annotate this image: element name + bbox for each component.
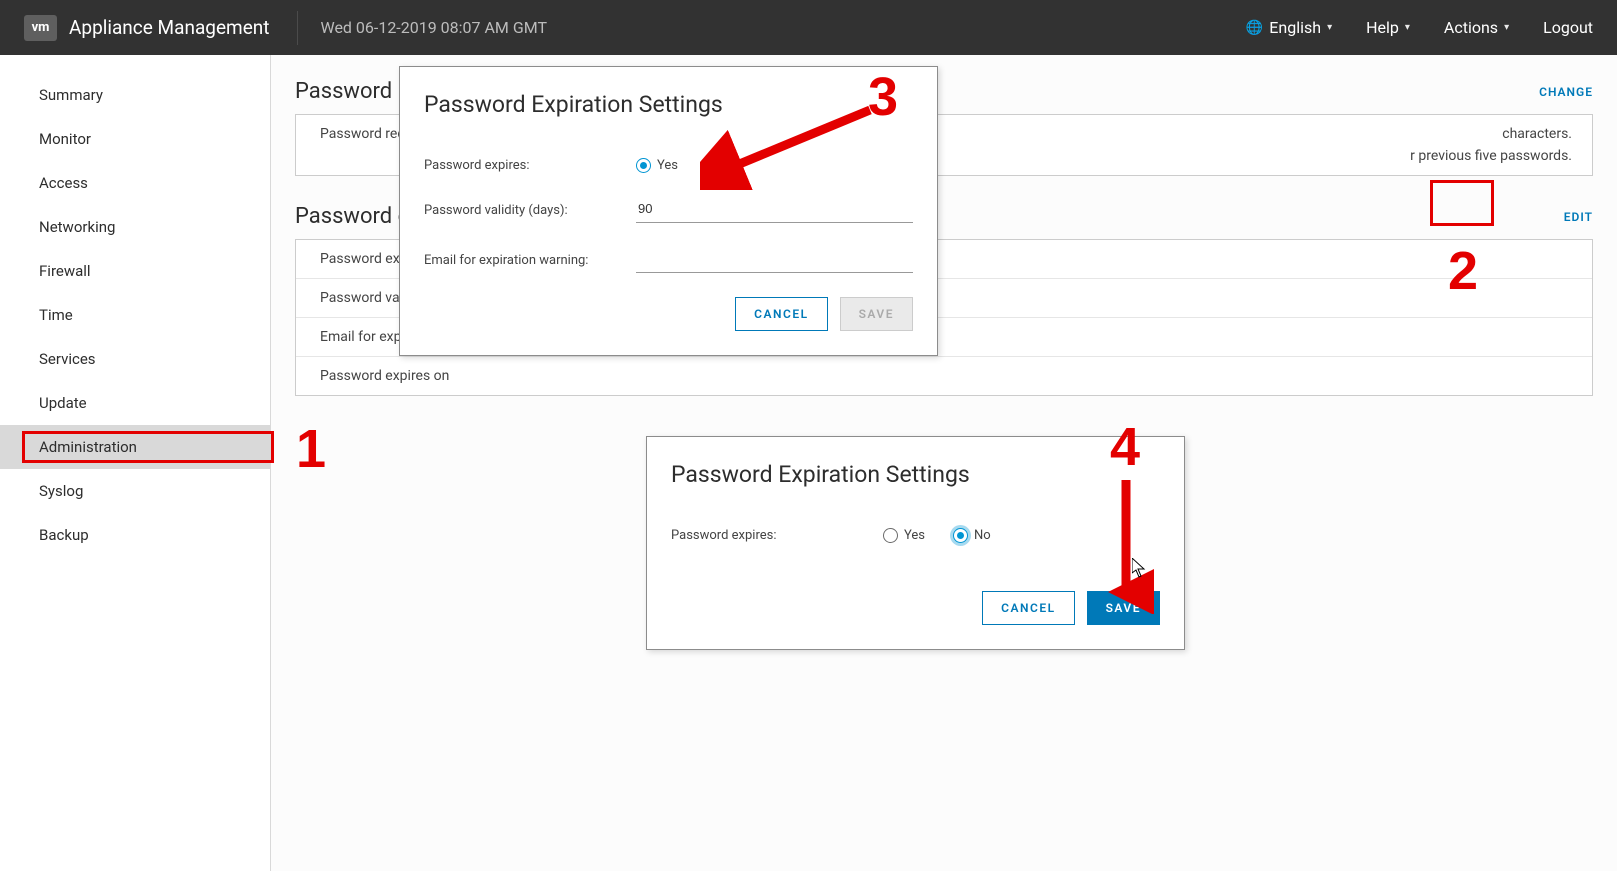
dialog2-cancel-button[interactable]: CANCEL <box>982 591 1074 625</box>
lang-menu[interactable]: 🌐 English ▾ <box>1246 18 1332 37</box>
chevron-down-icon: ▾ <box>1327 22 1332 33</box>
dialog1-label-validity: Password validity (days): <box>424 203 636 218</box>
sidebar: Summary Monitor Access Networking Firewa… <box>0 55 271 871</box>
sidebar-item-syslog[interactable]: Syslog <box>0 469 270 513</box>
logout-link[interactable]: Logout <box>1543 18 1593 37</box>
radio-icon <box>636 158 651 173</box>
help-label: Help <box>1366 18 1399 37</box>
dialog1-title: Password Expiration Settings <box>424 91 913 118</box>
edit-button[interactable]: EDIT <box>1564 210 1593 224</box>
radio-icon <box>706 158 721 173</box>
dialog2-save-button[interactable]: SAVE <box>1087 591 1160 625</box>
sidebar-item-monitor[interactable]: Monitor <box>0 117 270 161</box>
radio-icon <box>953 528 968 543</box>
logout-label: Logout <box>1543 18 1593 37</box>
radio-yes-label: Yes <box>904 528 925 543</box>
dialog1-label-expires: Password expires: <box>424 158 636 173</box>
dialog2-radio-no[interactable]: No <box>953 528 991 543</box>
sidebar-item-backup[interactable]: Backup <box>0 513 270 557</box>
dialog2-radio-yes[interactable]: Yes <box>883 528 925 543</box>
dialog1-radio-no[interactable]: No <box>706 158 744 173</box>
globe-icon: 🌐 <box>1246 20 1263 36</box>
radio-yes-label: Yes <box>657 158 678 173</box>
radio-no-label: No <box>974 528 991 543</box>
divider <box>297 11 298 45</box>
sidebar-item-access[interactable]: Access <box>0 161 270 205</box>
dialog1-label-email: Email for expiration warning: <box>424 253 636 268</box>
dialog1-cancel-button[interactable]: CANCEL <box>735 297 827 331</box>
sidebar-item-update[interactable]: Update <box>0 381 270 425</box>
dialog1-input-email[interactable] <box>636 247 913 273</box>
dialog1-save-button[interactable]: SAVE <box>840 297 913 331</box>
timestamp: Wed 06-12-2019 08:07 AM GMT <box>320 18 547 37</box>
dialog2-label-expires: Password expires: <box>671 528 883 543</box>
sidebar-item-services[interactable]: Services <box>0 337 270 381</box>
dialog2-title: Password Expiration Settings <box>671 461 1160 488</box>
logo: vm <box>24 15 57 41</box>
radio-no-label: No <box>727 158 744 173</box>
chevron-down-icon: ▾ <box>1405 22 1410 33</box>
chevron-down-icon: ▾ <box>1504 22 1509 33</box>
change-button[interactable]: CHANGE <box>1539 85 1593 99</box>
help-menu[interactable]: Help ▾ <box>1366 18 1410 37</box>
sidebar-item-firewall[interactable]: Firewall <box>0 249 270 293</box>
actions-menu[interactable]: Actions ▾ <box>1444 18 1509 37</box>
section-title-password: Password <box>295 79 392 104</box>
topbar: vm Appliance Management Wed 06-12-2019 0… <box>0 0 1617 55</box>
dialog1-input-validity[interactable] <box>636 197 913 223</box>
actions-label: Actions <box>1444 18 1498 37</box>
sidebar-item-summary[interactable]: Summary <box>0 73 270 117</box>
lang-label: English <box>1269 18 1321 37</box>
sidebar-item-time[interactable]: Time <box>0 293 270 337</box>
row-expires-on: Password expires on <box>320 368 630 384</box>
dialog1-radio-yes[interactable]: Yes <box>636 158 678 173</box>
sidebar-item-networking[interactable]: Networking <box>0 205 270 249</box>
dialog-password-expiration-1: Password Expiration Settings Password ex… <box>399 66 938 356</box>
dialog-password-expiration-2: Password Expiration Settings Password ex… <box>646 436 1185 650</box>
radio-icon <box>883 528 898 543</box>
app-title: Appliance Management <box>69 16 269 39</box>
sidebar-item-administration[interactable]: Administration <box>0 425 270 469</box>
